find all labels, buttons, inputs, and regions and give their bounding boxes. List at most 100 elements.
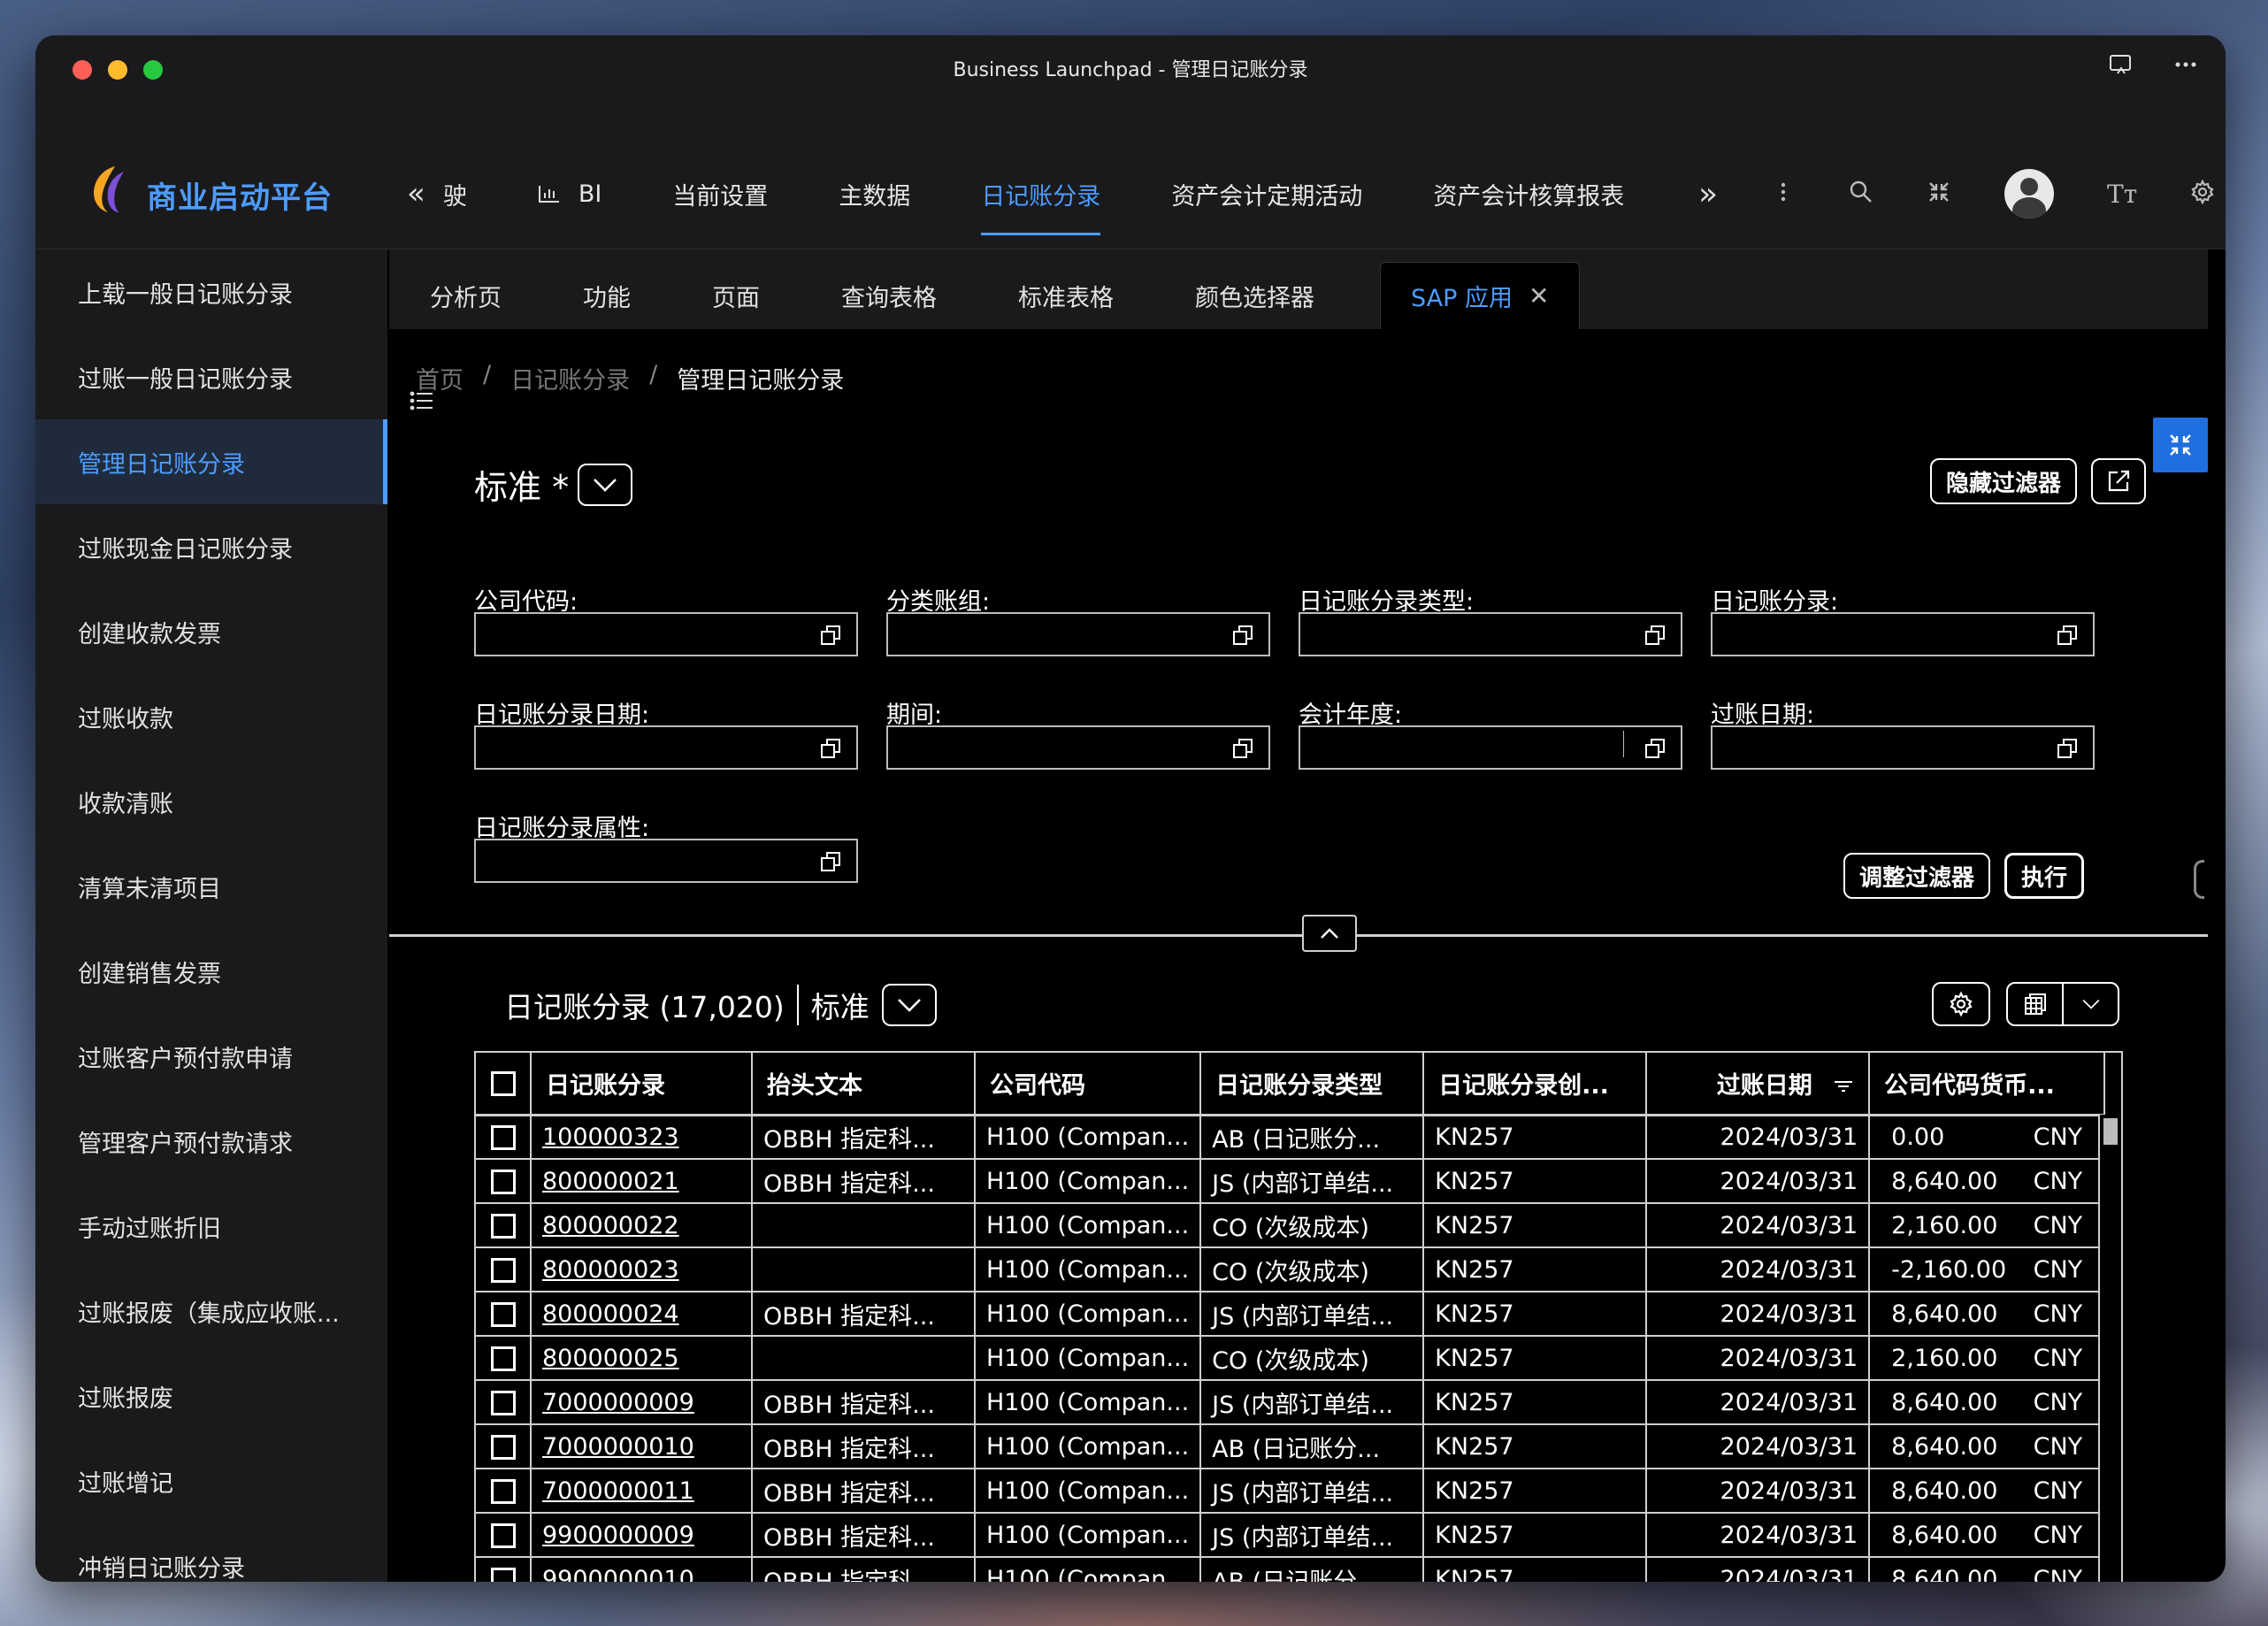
cell-je-link[interactable]: 800000023 (531, 1247, 753, 1292)
export-split-button[interactable] (2006, 982, 2119, 1026)
row-checkbox[interactable] (490, 1568, 516, 1582)
cell-je-link[interactable]: 9900000009 (531, 1513, 753, 1558)
row-checkbox[interactable] (490, 1214, 516, 1239)
column-header-je-creator[interactable]: 日记账分录创... (1423, 1053, 1648, 1116)
column-header-header-text[interactable]: 抬头文本 (752, 1053, 976, 1116)
close-window-button[interactable] (73, 60, 92, 80)
column-header-posting-date[interactable]: 过账日期 (1646, 1053, 1871, 1116)
column-header-je[interactable]: 日记账分录 (531, 1053, 753, 1116)
list-menu-icon[interactable] (409, 387, 435, 414)
cell-je-link[interactable]: 7000000010 (531, 1424, 753, 1469)
sidebar-item-post-write-up[interactable]: 过账增记 (35, 1438, 387, 1523)
value-help-icon[interactable] (819, 624, 842, 647)
tab-analysis[interactable]: 分析页 (389, 262, 542, 329)
variant-dropdown-button[interactable] (578, 463, 633, 506)
sidebar-item-create-receipt-invoice[interactable]: 创建收款发票 (35, 589, 387, 674)
je-number[interactable]: 7000000010 (542, 1433, 694, 1461)
cell-je-link[interactable]: 7000000009 (531, 1380, 753, 1425)
je-number[interactable]: 9900000009 (542, 1522, 694, 1549)
nav-item-master-data[interactable]: 主数据 (803, 165, 946, 223)
table-row[interactable]: 800000022 H100 (Compan... CO (次级成本) KN257 20… (476, 1203, 2106, 1248)
value-help-icon[interactable] (1644, 737, 1667, 760)
je-type-input[interactable] (1299, 612, 1682, 656)
je-number[interactable]: 100000323 (542, 1124, 679, 1151)
sidebar-item-manage-je[interactable]: 管理日记账分录 (35, 419, 387, 504)
je-number[interactable]: 7000000011 (542, 1477, 694, 1505)
chevrons-right-icon[interactable]: » (1698, 176, 1718, 212)
text-size-icon[interactable]: Tт (2107, 180, 2137, 209)
value-help-icon[interactable] (819, 737, 842, 760)
je-number[interactable]: 7000000009 (542, 1389, 694, 1416)
row-checkbox[interactable] (490, 1523, 516, 1548)
sidebar-item-post-cash-je[interactable]: 过账现金日记账分录 (35, 504, 387, 589)
value-help-icon[interactable] (1231, 737, 1254, 760)
tab-standard-table[interactable]: 标准表格 (977, 262, 1154, 329)
tab-sap-app[interactable]: SAP 应用 ✕ (1380, 262, 1581, 329)
minimize-window-button[interactable] (108, 60, 127, 80)
table-row[interactable]: 100000323 OBBH 指定科... H100 (Compan... AB (日… (476, 1115, 2106, 1160)
table-row[interactable]: 800000024 OBBH 指定科... H100 (Compan... JS (内… (476, 1292, 2106, 1337)
value-help-icon[interactable] (2056, 624, 2079, 647)
je-number[interactable]: 800000024 (542, 1300, 679, 1328)
value-help-icon[interactable] (819, 850, 842, 873)
sidebar-item-post-retirement-ar[interactable]: 过账报废（集成应收账... (35, 1269, 387, 1354)
column-header-je-type[interactable]: 日记账分录类型 (1200, 1053, 1425, 1116)
nav-item-bi[interactable]: BI (502, 165, 638, 223)
je-number[interactable]: 800000022 (542, 1212, 679, 1239)
company-code-input[interactable] (474, 612, 858, 656)
more-options-icon[interactable] (2172, 51, 2199, 84)
row-checkbox[interactable] (490, 1258, 516, 1283)
table-row[interactable]: 800000025 H100 (Compan... CO (次级成本) KN257 20… (476, 1336, 2106, 1381)
table-settings-button[interactable] (1932, 982, 1990, 1026)
row-checkbox[interactable] (490, 1170, 516, 1194)
row-checkbox[interactable] (490, 1435, 516, 1460)
ledger-group-input[interactable] (886, 612, 1270, 656)
tab-query-table[interactable]: 查询表格 (801, 262, 977, 329)
fullscreen-button[interactable] (2153, 418, 2208, 472)
tab-color-picker[interactable]: 颜色选择器 (1154, 262, 1355, 329)
cell-je-link[interactable]: 800000022 (531, 1203, 753, 1248)
breadcrumb-parent[interactable]: 日记账分录 (510, 361, 630, 395)
sidebar-item-manual-depreciation[interactable]: 手动过账折旧 (35, 1184, 387, 1269)
sidebar-item-post-je[interactable]: 过账一般日记账分录 (35, 334, 387, 419)
cell-je-link[interactable]: 9900000010 (531, 1557, 753, 1582)
sidebar-item-create-sales-invoice[interactable]: 创建销售发票 (35, 929, 387, 1014)
nav-item-current-settings[interactable]: 当前设置 (637, 165, 803, 223)
table-row[interactable]: 9900000010 OBBH 指定科... H100 (Compan... AB (… (476, 1557, 2106, 1582)
settings-gear-icon[interactable] (2190, 179, 2215, 208)
cast-icon[interactable] (2107, 51, 2134, 84)
select-all-checkbox[interactable] (490, 1071, 516, 1097)
table-row[interactable]: 7000000010 OBBH 指定科... H100 (Compan... AB (… (476, 1424, 2106, 1469)
value-help-icon[interactable] (2056, 737, 2079, 760)
cell-je-link[interactable]: 800000024 (531, 1292, 753, 1337)
go-button[interactable]: 执行 (2004, 853, 2084, 899)
row-checkbox[interactable] (490, 1391, 516, 1415)
table-row[interactable]: 9900000009 OBBH 指定科... H100 (Compan... JS (… (476, 1513, 2106, 1558)
close-tab-icon[interactable]: ✕ (1529, 281, 1549, 311)
table-variant-dropdown-button[interactable] (881, 984, 937, 1026)
sidebar-item-clear-receipt[interactable]: 收款清账 (35, 759, 387, 844)
export-options-button[interactable] (2064, 997, 2118, 1011)
table-row[interactable]: 7000000009 OBBH 指定科... H100 (Compan... JS (… (476, 1380, 2106, 1425)
cell-je-link[interactable]: 100000323 (531, 1115, 753, 1160)
side-panel-handle[interactable] (2194, 860, 2204, 899)
sidebar-item-upload-je[interactable]: 上载一般日记账分录 (35, 249, 387, 334)
hide-filters-button[interactable]: 隐藏过滤器 (1929, 458, 2077, 504)
collapse-header-button[interactable] (1302, 915, 1357, 952)
cell-je-link[interactable]: 7000000011 (531, 1469, 753, 1514)
column-header-company-currency[interactable]: 公司代码货币... (1869, 1053, 2106, 1116)
sidebar-item-manage-down-payment[interactable]: 管理客户预付款请求 (35, 1099, 387, 1184)
zoom-window-button[interactable] (143, 60, 163, 80)
tab-pages[interactable]: 页面 (671, 262, 801, 329)
nav-item-asset-periodic[interactable]: 资产会计定期活动 (1136, 165, 1398, 223)
user-avatar[interactable] (2004, 169, 2055, 219)
sidebar-item-post-receipt[interactable]: 过账收款 (35, 674, 387, 759)
posting-date-input[interactable] (1711, 725, 2095, 770)
nav-item-asset-reports[interactable]: 资产会计核算报表 (1398, 165, 1659, 223)
je-input[interactable] (1711, 612, 2095, 656)
value-help-icon[interactable] (1231, 624, 1254, 647)
overflow-menu-icon[interactable] (1771, 180, 1796, 208)
row-checkbox[interactable] (490, 1302, 516, 1327)
cell-je-link[interactable]: 800000021 (531, 1159, 753, 1204)
column-header-company-code[interactable]: 公司代码 (975, 1053, 1202, 1116)
